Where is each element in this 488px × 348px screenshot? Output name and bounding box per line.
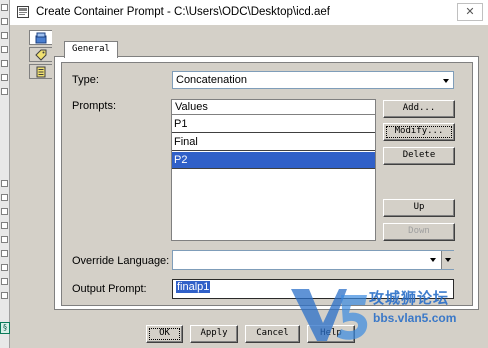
close-icon: ✕ <box>465 5 475 18</box>
background-app-strip: § <box>0 0 10 348</box>
list-item[interactable]: Final <box>172 134 375 151</box>
chevron-down-icon <box>430 258 436 262</box>
close-button[interactable]: ✕ <box>457 3 483 21</box>
chevron-down-icon <box>445 258 451 262</box>
type-select[interactable]: Concatenation <box>172 71 454 89</box>
chevron-down-icon <box>443 79 449 83</box>
tree-expander[interactable] <box>1 278 8 285</box>
window-title: Create Container Prompt - C:\Users\ODC\D… <box>36 6 330 18</box>
list-item[interactable]: P1 <box>172 116 375 133</box>
watermark-text: 攻城狮论坛 <box>369 289 450 307</box>
output-prompt-value: finalp1 <box>176 281 211 293</box>
title-bar[interactable]: Create Container Prompt - C:\Users\ODC\D… <box>10 0 488 26</box>
prompts-label: Prompts: <box>72 100 117 112</box>
tree-expander[interactable] <box>1 4 8 11</box>
container-tab-button[interactable] <box>29 30 52 45</box>
ok-button[interactable]: OK <box>146 325 183 343</box>
tree-expander[interactable] <box>1 194 8 201</box>
tree-expander[interactable] <box>1 88 8 95</box>
watermark-url: bbs.vlan5.com <box>373 311 457 325</box>
tab-general[interactable]: General <box>64 41 118 58</box>
override-language-select[interactable] <box>172 250 454 270</box>
type-value: Concatenation <box>176 74 247 86</box>
override-language-dropdown-button[interactable] <box>441 251 454 269</box>
watermark: 攻城狮论坛 bbs.vlan5.com <box>287 283 488 348</box>
modify-button[interactable]: Modify... <box>383 123 455 141</box>
script-icon[interactable]: § <box>0 322 10 334</box>
tree-expander[interactable] <box>1 74 8 81</box>
tag-icon <box>35 49 47 61</box>
tree-expander[interactable] <box>1 264 8 271</box>
delete-button[interactable]: Delete <box>383 147 455 165</box>
down-button[interactable]: Down <box>383 223 455 241</box>
tree-expander[interactable] <box>1 60 8 67</box>
list-item-selected[interactable]: P2 <box>172 152 375 169</box>
tree-expander[interactable] <box>1 46 8 53</box>
type-label: Type: <box>72 74 99 86</box>
prompts-list-header[interactable]: Values <box>172 100 375 115</box>
tree-expander[interactable] <box>1 32 8 39</box>
prompts-list[interactable]: Values P1 Final P2 <box>171 99 376 241</box>
document-tab-button[interactable] <box>29 64 52 79</box>
apply-button[interactable]: Apply <box>190 325 238 343</box>
general-panel: Type: Concatenation Prompts: Values P1 F… <box>61 62 473 306</box>
tree-expander[interactable] <box>1 250 8 257</box>
document-icon <box>36 66 46 78</box>
app-icon <box>17 6 29 18</box>
up-button[interactable]: Up <box>383 199 455 217</box>
tree-expander[interactable] <box>1 180 8 187</box>
tag-tab-button[interactable] <box>29 47 52 62</box>
output-prompt-label: Output Prompt: <box>72 283 147 295</box>
tree-expander[interactable] <box>1 222 8 229</box>
container-icon <box>35 32 47 44</box>
tree-expander[interactable] <box>1 208 8 215</box>
watermark-logo <box>291 289 368 341</box>
tree-expander[interactable] <box>1 236 8 243</box>
tree-expander[interactable] <box>1 18 8 25</box>
add-button[interactable]: Add... <box>383 100 455 118</box>
vertical-toolbar <box>29 30 52 82</box>
override-language-label: Override Language: <box>72 255 170 267</box>
tree-expander[interactable] <box>1 292 8 299</box>
